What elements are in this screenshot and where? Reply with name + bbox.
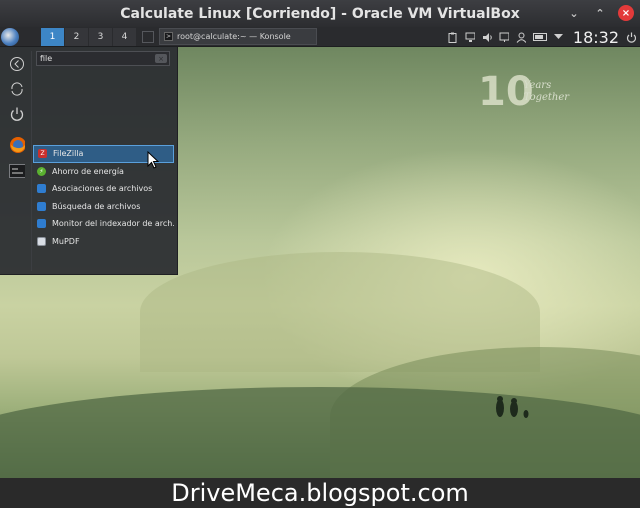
clock[interactable]: 18:32 [573, 28, 619, 47]
user-icon[interactable] [516, 32, 526, 43]
system-tray: 18:32 [448, 27, 640, 47]
file-search-icon [37, 201, 46, 211]
result-label: Búsqueda de archivos [52, 201, 141, 211]
result-label: Ahorro de energía [52, 166, 124, 176]
display-icon[interactable] [499, 32, 509, 43]
power-icon[interactable] [626, 32, 636, 43]
energy-icon: ⚡ [37, 166, 46, 176]
show-desktop-icon[interactable] [142, 30, 154, 43]
minimize-button[interactable]: ⌄ [566, 5, 582, 21]
file-associations-icon [37, 184, 46, 194]
result-file-search[interactable]: Búsqueda de archivos [33, 198, 174, 216]
result-indexer-monitor[interactable]: Monitor del indexador de arch… [33, 215, 174, 233]
taskbar-item-label: root@calculate:~ — Konsole [177, 32, 291, 41]
window-titlebar[interactable]: Calculate Linux [Corriendo] - Oracle VM … [0, 0, 640, 27]
indexer-monitor-icon [37, 219, 46, 229]
mupdf-icon [37, 236, 46, 246]
clipboard-icon[interactable] [448, 32, 458, 43]
firefox-icon[interactable] [9, 137, 25, 153]
watermark-line-2: Together [523, 92, 570, 103]
result-label: MuPDF [52, 236, 80, 246]
launcher-sidebar [0, 47, 32, 275]
result-label: Asociaciones de archivos [52, 184, 153, 194]
result-file-associations[interactable]: Asociaciones de archivos [33, 180, 174, 198]
back-icon[interactable] [9, 56, 25, 72]
wallpaper-watermark: 10 Years Together [478, 69, 569, 115]
penguins-illustration [496, 396, 529, 418]
refresh-icon[interactable] [9, 81, 25, 97]
terminal-icon: > [164, 32, 173, 41]
clear-search-icon[interactable]: × [155, 54, 167, 63]
network-icon[interactable] [465, 32, 475, 43]
watermark-line-1: Years [523, 80, 552, 91]
desktop-2[interactable]: 2 [65, 27, 89, 46]
volume-icon[interactable] [482, 32, 492, 43]
filezilla-icon: Z [38, 149, 47, 159]
battery-icon[interactable] [532, 33, 547, 41]
mouse-cursor-icon [147, 151, 159, 169]
desktop-1[interactable]: 1 [41, 27, 65, 46]
application-launcher-icon[interactable] [1, 27, 19, 46]
wallpaper-hill [0, 387, 640, 478]
desktop-3[interactable]: 3 [89, 27, 113, 46]
banner-text: DriveMeca.blogspot.com [171, 479, 469, 507]
sidebar-divider [31, 51, 32, 271]
konsole-icon[interactable] [9, 163, 25, 179]
search-input[interactable] [36, 51, 170, 66]
close-button[interactable]: × [618, 5, 634, 21]
taskbar-item-konsole[interactable]: > root@calculate:~ — Konsole [159, 28, 317, 45]
result-label: Monitor del indexador de arch… [52, 219, 174, 229]
window-buttons: ⌄ ⌃ × [566, 5, 634, 21]
result-mupdf[interactable]: MuPDF [33, 233, 174, 251]
watermark-text: Years Together [524, 80, 569, 104]
result-label: FileZilla [53, 149, 84, 159]
expand-tray-icon[interactable] [554, 32, 564, 43]
desktop-4[interactable]: 4 [113, 27, 137, 46]
top-panel: 1 2 3 4 > root@calculate:~ — Konsole 18:… [0, 27, 640, 47]
watermark-banner: DriveMeca.blogspot.com [0, 478, 640, 508]
power-icon[interactable] [9, 106, 25, 122]
virtual-desktop-pager: 1 2 3 4 [41, 27, 137, 46]
window-title: Calculate Linux [Corriendo] - Oracle VM … [120, 5, 520, 22]
maximize-button[interactable]: ⌃ [592, 5, 608, 21]
